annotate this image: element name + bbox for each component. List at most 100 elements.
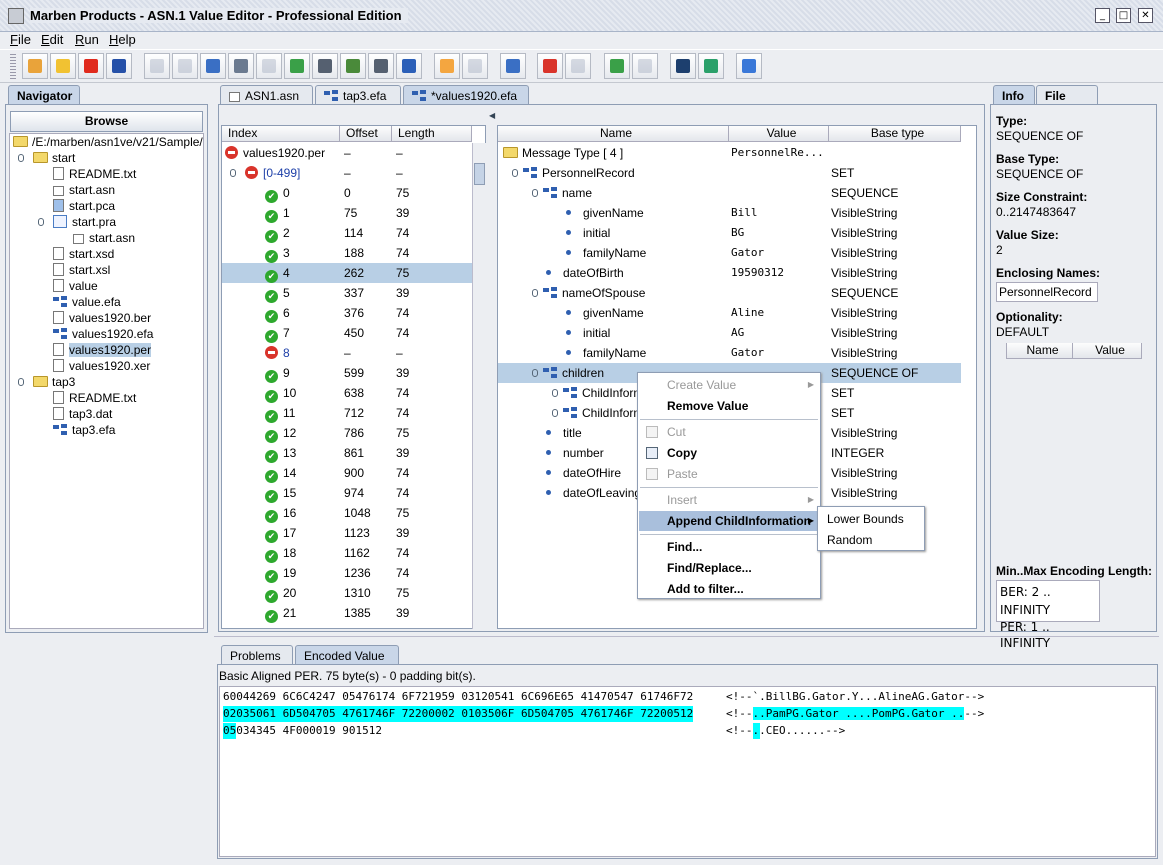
tab-problems[interactable]: Problems [221, 645, 293, 665]
toolbar-button-help[interactable] [736, 53, 762, 79]
table-row[interactable]: ✔ 19 1236 74 [222, 563, 472, 583]
tree-row[interactable]: familyName Gator VisibleString [498, 243, 961, 263]
hex-line[interactable]: 02035061 6D504705 4761746F 72200002 0103… [223, 706, 694, 722]
expander-handle-icon[interactable] [18, 378, 24, 386]
tree-item[interactable]: README.txt [53, 166, 136, 182]
table-row[interactable]: ✔ 0 0 75 [222, 183, 472, 203]
table-row[interactable]: 8 – – [222, 343, 472, 363]
toolbar-button-close-red-x[interactable] [78, 53, 104, 79]
expander-handle-icon[interactable] [18, 154, 24, 162]
toolbar-button-windows[interactable] [396, 53, 422, 79]
toolbar-button-paste[interactable] [256, 53, 282, 79]
ascii-line[interactable]: <!--`.BillBG.Gator.Y...AlineAG.Gator--> [726, 689, 984, 705]
tree-item[interactable]: README.txt [53, 390, 136, 406]
toolbar-button-shapes[interactable] [537, 53, 563, 79]
index-scrollbar[interactable] [472, 143, 486, 629]
table-row[interactable]: ✔ 1 75 39 [222, 203, 472, 223]
menu-item-lower-bounds[interactable]: Lower Bounds [819, 509, 923, 529]
column-header-index[interactable]: Index [222, 126, 340, 142]
tree-item[interactable]: value [53, 278, 98, 294]
toolbar-button-database-import[interactable] [604, 53, 630, 79]
tab--values1920-efa[interactable]: *values1920.efa [403, 85, 529, 105]
hex-line[interactable]: 60044269 6C6C4247 05476174 6F721959 0312… [223, 689, 693, 705]
table-row[interactable]: ✔ 17 1123 39 [222, 523, 472, 543]
toolbar-button-redo[interactable] [172, 53, 198, 79]
tree-item[interactable]: start.asn [53, 182, 115, 198]
toolbar-button-copy[interactable] [228, 53, 254, 79]
table-row[interactable]: ✔ 6 376 74 [222, 303, 472, 323]
tree-row[interactable]: nameOfSpouse SEQUENCE [498, 283, 961, 303]
tree-row[interactable]: dateOfBirth 19590312 VisibleString [498, 263, 961, 283]
table-row[interactable]: ✔ 7 450 74 [222, 323, 472, 343]
tree-item[interactable]: start.xsl [53, 262, 110, 278]
tree-item[interactable]: tap3.dat [53, 406, 112, 422]
ascii-line[interactable]: <!--..PamPG.Gator ....PomPG.Gator ..--> [726, 706, 984, 722]
tab-navigator[interactable]: Navigator [8, 85, 80, 105]
menu-item-remove-value[interactable]: Remove Value [639, 396, 819, 416]
info-col-name[interactable]: Name [1006, 343, 1073, 359]
tree-row[interactable]: initial BG VisibleString [498, 223, 961, 243]
tree-item[interactable]: start.pra [53, 214, 116, 230]
toolbar-button-window[interactable] [434, 53, 460, 79]
expander-handle-icon[interactable] [38, 218, 44, 226]
expander-handle-icon[interactable] [552, 409, 558, 417]
table-row[interactable]: ✔ 4 262 75 [222, 263, 472, 283]
table-row[interactable]: [0-499] – – [222, 163, 472, 183]
tree-item[interactable]: start.pca [53, 198, 115, 214]
table-row[interactable]: ✔ 15 974 74 [222, 483, 472, 503]
toolbar-button-import[interactable] [284, 53, 310, 79]
info-col-value[interactable]: Value [1073, 343, 1142, 359]
table-row[interactable]: ✔ 10 638 74 [222, 383, 472, 403]
table-row[interactable]: ✔ 20 1310 75 [222, 583, 472, 603]
toolbar-button-cut-scissors[interactable] [200, 53, 226, 79]
table-row[interactable]: ✔ 2 114 74 [222, 223, 472, 243]
expander-handle-icon[interactable] [532, 289, 538, 297]
table-row[interactable]: values1920.per – – [222, 143, 472, 163]
tree-item[interactable]: start [33, 150, 75, 166]
tree-item[interactable]: start.xsd [53, 246, 114, 262]
tab-encoded-value[interactable]: Encoded Value [295, 645, 399, 665]
tab-asn1-asn[interactable]: ASN1.asn [220, 85, 313, 105]
tab-tap3-efa[interactable]: tap3.efa [315, 85, 401, 105]
table-row[interactable]: ✔ 9 599 39 [222, 363, 472, 383]
toolbar-button-find-binoculars[interactable] [312, 53, 338, 79]
menu-item-find-replace[interactable]: Find/Replace... [639, 558, 819, 578]
tree-row[interactable]: givenName Bill VisibleString [498, 203, 961, 223]
menu-item-add-to-filter[interactable]: Add to filter... [639, 579, 819, 599]
toolbar-grip[interactable] [10, 54, 16, 80]
tree-row[interactable]: Message Type [ 4 ] PersonnelRe... [498, 143, 961, 163]
toolbar-button-new-file[interactable] [22, 53, 48, 79]
collapse-left-arrow-icon[interactable]: ◀ [489, 111, 495, 123]
toolbar-button-save-disk[interactable] [106, 53, 132, 79]
table-row[interactable]: ✔ 11 712 74 [222, 403, 472, 423]
tree-item[interactable]: value.efa [53, 294, 121, 310]
toolbar-button-undo[interactable] [144, 53, 170, 79]
menu-item-random[interactable]: Random [819, 530, 923, 550]
table-row[interactable]: ✔ 21 1385 39 [222, 603, 472, 623]
tree-item[interactable]: tap3 [33, 374, 75, 390]
expander-handle-icon[interactable] [532, 369, 538, 377]
tree-row[interactable]: familyName Gator VisibleString [498, 343, 961, 363]
menu-help[interactable]: Help [109, 32, 136, 47]
table-row[interactable]: ✔ 13 861 39 [222, 443, 472, 463]
toolbar-button-open-folder[interactable] [50, 53, 76, 79]
tree-row[interactable]: initial AG VisibleString [498, 323, 961, 343]
table-row[interactable]: ✔ 18 1162 74 [222, 543, 472, 563]
table-row[interactable]: ✔ 5 337 39 [222, 283, 472, 303]
tree-item[interactable]: values1920.xer [53, 358, 150, 374]
expander-handle-icon[interactable] [552, 389, 558, 397]
table-row[interactable]: ✔ 3 188 74 [222, 243, 472, 263]
column-header-value[interactable]: Value [729, 126, 829, 142]
tab-info[interactable]: Info [993, 85, 1035, 105]
tab-file-info[interactable]: File Info [1036, 85, 1098, 117]
column-header-length[interactable]: Length [392, 126, 472, 142]
tree-item[interactable]: /E:/marben/asn1ve/v21/Sample/ [13, 134, 203, 150]
tree-row[interactable]: PersonnelRecord SET [498, 163, 961, 183]
ascii-line[interactable]: <!--..CEO......--> [726, 723, 845, 739]
toolbar-button-settings-gear[interactable] [462, 53, 488, 79]
column-header-name[interactable]: Name [498, 126, 729, 142]
menu-item-append-childinformation[interactable]: Append ChildInformation ▶ [639, 511, 819, 531]
menu-item-copy[interactable]: Copy [639, 443, 819, 463]
browse-button[interactable]: Browse [10, 111, 203, 132]
table-row[interactable]: ✔ 12 786 75 [222, 423, 472, 443]
